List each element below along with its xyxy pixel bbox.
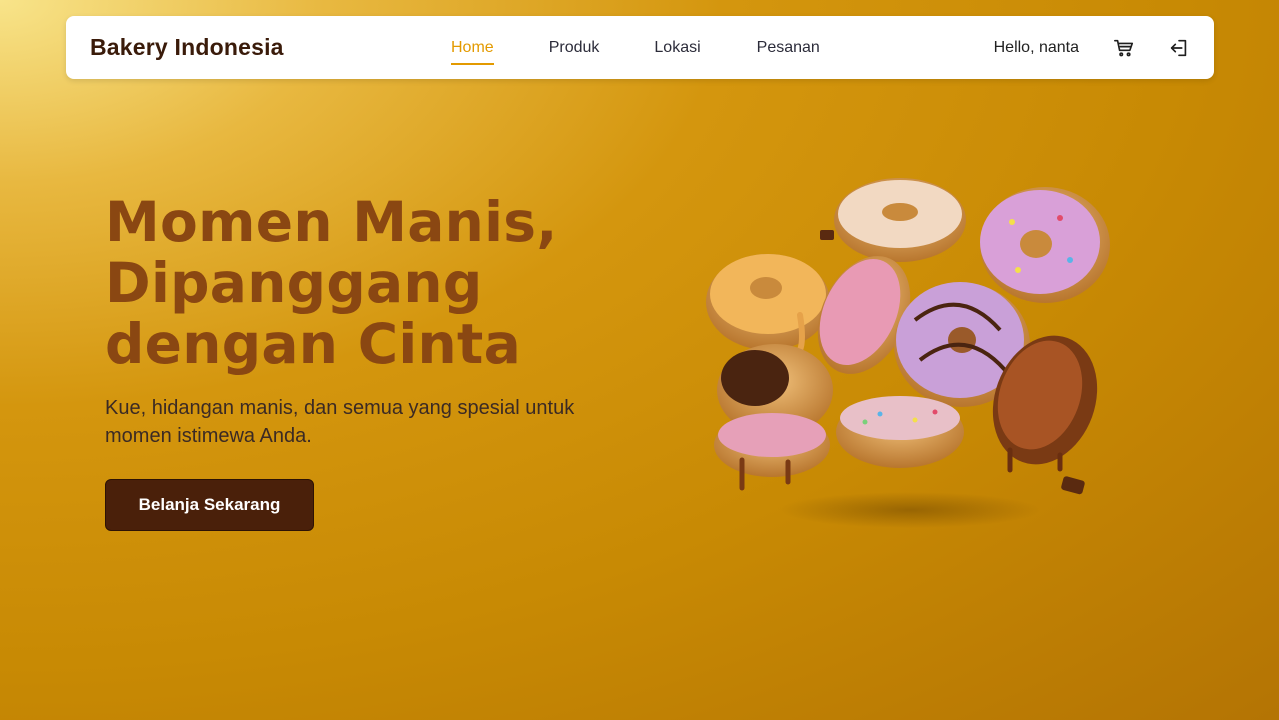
nav-link-produk[interactable]: Produk	[549, 35, 600, 61]
hero-subtitle: Kue, hidangan manis, dan semua yang spes…	[105, 397, 575, 447]
user-greeting: Hello, nanta	[993, 38, 1079, 56]
nav-link-home[interactable]: Home	[451, 35, 494, 65]
navbar: Bakery Indonesia Home Produk Lokasi Pesa…	[66, 16, 1214, 79]
nav-user-area: Hello, nanta	[994, 16, 1190, 79]
nav-link-lokasi[interactable]: Lokasi	[654, 35, 700, 61]
hero-title: Momen Manis, Dipanggang dengan Cinta	[105, 192, 625, 375]
donut-sprinkle-bottom	[836, 396, 964, 468]
hero-title-line-1: Momen Manis,	[105, 190, 558, 254]
nav-links: Home Produk Lokasi Pesanan	[451, 16, 820, 79]
shopping-cart-icon[interactable]	[1113, 37, 1135, 59]
donut-orange-left	[706, 254, 830, 353]
donut-sprinkle-top	[834, 178, 966, 262]
hero-title-line-3: dengan Cinta	[105, 312, 521, 376]
donuts-illustration	[700, 170, 1120, 530]
shop-now-button[interactable]: Belanja Sekarang	[105, 479, 314, 531]
hero-title-line-2: Dipanggang	[105, 251, 483, 315]
donut-pink-drip	[714, 413, 830, 491]
nav-link-pesanan[interactable]: Pesanan	[757, 35, 820, 61]
logout-icon[interactable]	[1168, 37, 1190, 59]
donut-purple-right	[980, 187, 1110, 303]
brand-logo[interactable]: Bakery Indonesia	[90, 34, 284, 61]
